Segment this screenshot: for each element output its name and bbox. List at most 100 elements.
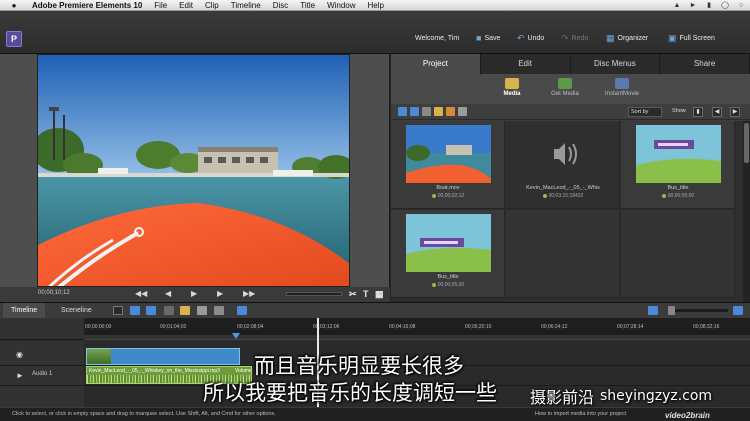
prev-page-icon[interactable]: ◀ — [712, 107, 722, 117]
clip-duration: 00;00;02;12 — [391, 193, 505, 199]
subtab-media[interactable]: Media — [482, 78, 542, 97]
clip-name: Boat.mov — [436, 185, 460, 191]
wifi-icon[interactable]: ▲ — [672, 2, 682, 9]
media-item[interactable]: Bus_title 00;00;05;00 — [391, 210, 505, 298]
new-folder-icon[interactable] — [434, 107, 443, 116]
clip-thumbnail — [521, 125, 606, 183]
save-button[interactable]: ■ Save — [476, 33, 500, 43]
filter-icon[interactable] — [422, 107, 431, 116]
tab-project[interactable]: Project — [391, 54, 481, 74]
sort-by-dropdown[interactable]: Sort by — [628, 107, 662, 117]
menu-timeline[interactable]: Timeline — [231, 1, 261, 10]
select-tool-icon[interactable] — [113, 306, 123, 315]
smart-fix-icon[interactable] — [130, 306, 140, 315]
menu-bar: ● Adobe Premiere Elements 10 File Edit C… — [0, 0, 750, 11]
new-item-icon[interactable] — [446, 107, 455, 116]
time-stretch-icon[interactable] — [146, 306, 156, 315]
media-item[interactable]: Kevin_MacLeod_-_05_-_Whis 00;03;15;18432 — [506, 121, 620, 209]
scrollbar-thumb[interactable] — [744, 123, 749, 163]
spotlight-icon[interactable]: ○ — [736, 2, 746, 9]
video-preview[interactable] — [37, 54, 350, 287]
menu-file[interactable]: File — [154, 1, 167, 10]
status-dot-icon — [431, 193, 436, 198]
zoom-slider-knob[interactable] — [668, 306, 675, 315]
tab-edit[interactable]: Edit — [481, 54, 571, 74]
media-scrollbar[interactable] — [743, 121, 750, 302]
panel-tabs: Project Edit Disc Menus Share — [391, 54, 750, 74]
ruler-tick-label: 00;02;08;04 — [237, 324, 264, 330]
work-area-bar[interactable] — [84, 335, 750, 339]
volume-icon[interactable] — [214, 306, 224, 315]
project-subtabs: Media Get Media InstantMovie — [391, 74, 750, 104]
grid-view-icon[interactable] — [410, 107, 419, 116]
step-back-icon[interactable]: ◀◀ — [135, 289, 147, 298]
fullscreen-button[interactable]: ▣ Full Screen — [668, 33, 715, 44]
subtab-get-media[interactable]: Get Media — [535, 78, 595, 97]
tab-disc-menus[interactable]: Disc Menus — [571, 54, 661, 74]
media-item[interactable]: Bus_title 00;00;05;00 — [621, 121, 735, 209]
premiere-elements-logo-icon: P — [6, 31, 22, 47]
tab-share[interactable]: Share — [660, 54, 750, 74]
zoom-out-icon[interactable] — [648, 306, 658, 315]
zoom-slider[interactable] — [668, 309, 728, 312]
playhead-marker-icon[interactable] — [232, 333, 240, 339]
apple-menu-icon[interactable]: ● — [8, 1, 20, 10]
menu-clip[interactable]: Clip — [205, 1, 219, 10]
empty-grid-cell — [621, 210, 735, 298]
menu-window[interactable]: Window — [327, 1, 355, 10]
clip-duration: 00;03;15;18432 — [506, 193, 620, 199]
shuttle-slider[interactable] — [286, 292, 342, 296]
menu-title[interactable]: Title — [300, 1, 315, 10]
redo-button[interactable]: ↷ Redo — [561, 33, 588, 44]
video-track-eye-icon[interactable]: ◉ — [16, 350, 23, 359]
marker-icon[interactable] — [197, 306, 207, 315]
text-tool-icon[interactable]: T — [363, 289, 369, 299]
ruler-tick-label: 00;06;24;12 — [541, 324, 568, 330]
media-item[interactable]: Boat.mov 00;00;02;12 — [391, 121, 505, 209]
time-ruler[interactable]: 00;00;00;00 00;01;04;02 00;02;08;04 00;0… — [84, 318, 750, 340]
welcome-text: Welcome, Tim — [415, 35, 460, 42]
step-forward-icon[interactable]: ▶▶ — [243, 289, 255, 298]
menu-help[interactable]: Help — [368, 1, 384, 10]
speaker-icon[interactable]: ► — [16, 371, 24, 380]
app-window: ● Adobe Premiere Elements 10 File Edit C… — [0, 0, 750, 421]
show-label: Show — [672, 108, 686, 114]
tab-timeline[interactable]: Timeline — [3, 303, 46, 318]
play-icon[interactable]: ▶ — [191, 289, 197, 298]
prev-frame-icon[interactable]: ◀ — [165, 289, 171, 298]
clip-duration: 00;00;05;00 — [391, 282, 505, 288]
undo-button[interactable]: ↶ Undo — [517, 33, 544, 44]
video-clip[interactable] — [86, 348, 240, 365]
video2brain-logo: video2brain — [665, 411, 710, 420]
list-view-icon[interactable] — [398, 107, 407, 116]
tab-sceneline[interactable]: Sceneline — [53, 303, 100, 318]
show-options-icon[interactable]: ▮ — [693, 107, 703, 117]
battery-icon[interactable]: ▮ — [704, 2, 714, 9]
get-media-icon — [558, 78, 572, 89]
tasks-panel: Project Edit Disc Menus Share Media Get … — [391, 54, 750, 302]
app-name-menu[interactable]: Adobe Premiere Elements 10 — [32, 1, 142, 10]
menu-edit[interactable]: Edit — [179, 1, 193, 10]
menu-marker-icon[interactable] — [237, 306, 247, 315]
trash-icon[interactable] — [458, 107, 467, 116]
hand-tool-icon[interactable] — [180, 306, 190, 315]
instantmovie-icon — [615, 78, 629, 89]
clock-icon[interactable]: ◯ — [720, 2, 730, 9]
zoom-in-icon[interactable] — [733, 306, 743, 315]
subtab-instantmovie[interactable]: InstantMovie — [592, 78, 652, 97]
monitor-panel: 00;00;10;12 ◀◀ ◀ ▶ ▶ ▶▶ ✂ T ▦ — [0, 54, 390, 302]
next-page-icon[interactable]: ▶ — [730, 107, 740, 117]
clip-frames-thumbnail — [87, 349, 111, 364]
next-frame-icon[interactable]: ▶ — [217, 289, 223, 298]
organizer-button[interactable]: ▦ Organizer — [606, 33, 648, 44]
subtitle-line-1: 而且音乐明显要长很多 — [254, 354, 464, 378]
volume-icon[interactable]: ► — [688, 2, 698, 9]
menu-disc[interactable]: Disc — [273, 1, 289, 10]
freeze-frame-icon[interactable]: ▦ — [375, 289, 384, 300]
help-link[interactable]: How to import media into your project — [535, 408, 626, 421]
scissors-icon[interactable]: ✂ — [349, 289, 357, 300]
audio-clip-volume-label: Volume — [235, 368, 252, 374]
audio-mix-icon[interactable] — [164, 306, 174, 315]
organizer-label: Organizer — [617, 35, 649, 42]
media-grid: Boat.mov 00;00;02;12 Kevin_MacLeod_-_05_… — [391, 121, 743, 302]
